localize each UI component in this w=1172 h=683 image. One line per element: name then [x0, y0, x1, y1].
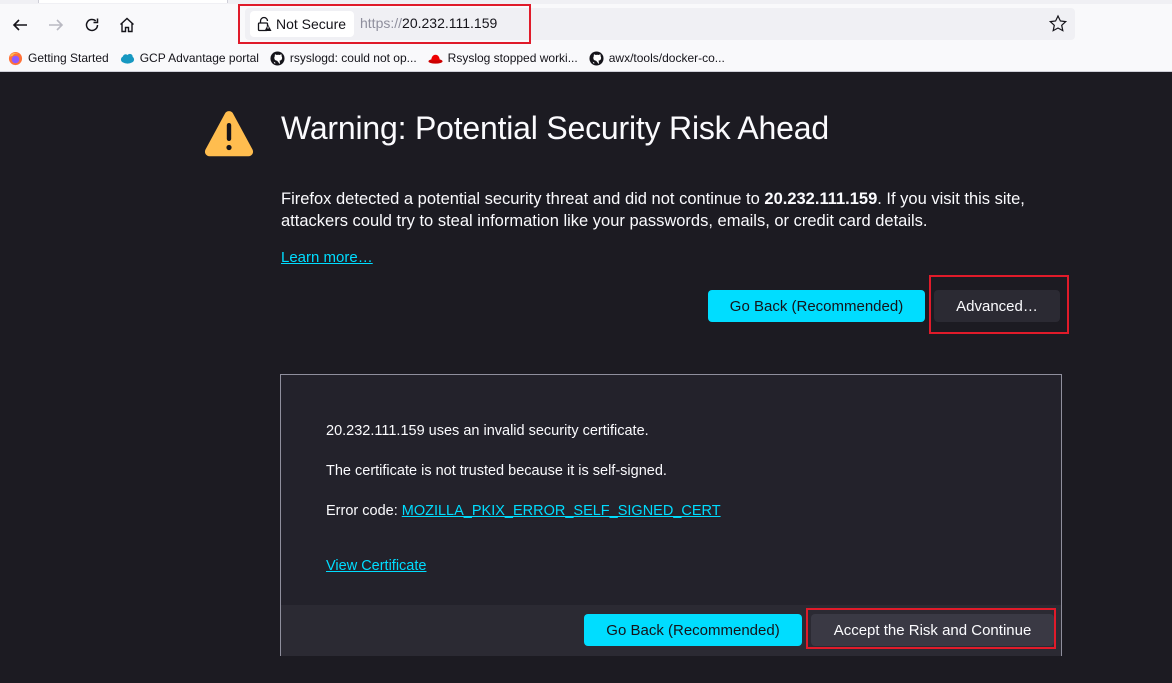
star-icon[interactable] [1048, 14, 1068, 34]
error-code-line: Error code: MOZILLA_PKIX_ERROR_SELF_SIGN… [326, 503, 721, 519]
bookmark-awx-github[interactable]: awx/tools/docker-co... [589, 50, 725, 66]
active-tab[interactable] [38, 0, 228, 3]
security-warning-page: Warning: Potential Security Risk Ahead F… [0, 72, 1172, 683]
reload-button[interactable] [79, 12, 105, 38]
bookmark-rsyslog-redhat[interactable]: Rsyslog stopped worki... [428, 51, 578, 66]
view-certificate-link[interactable]: View Certificate [326, 558, 426, 574]
page-title: Warning: Potential Security Risk Ahead [281, 110, 829, 146]
go-back-button[interactable]: Go Back (Recommended) [708, 290, 925, 322]
view-certificate-line: View Certificate [326, 558, 426, 574]
bookmark-label: GCP Advantage portal [139, 51, 259, 65]
site-identity-button[interactable]: Not Secure [250, 11, 355, 37]
arrow-left-icon [12, 19, 27, 31]
github-icon [270, 50, 285, 66]
advanced-button[interactable]: Advanced… [934, 290, 1060, 322]
url-text[interactable]: https://20.232.111.159 [360, 15, 497, 31]
accept-risk-button[interactable]: Accept the Risk and Continue [811, 614, 1054, 646]
reload-icon [85, 18, 99, 32]
bookmark-label: Getting Started [28, 51, 109, 65]
warning-description: Firefox detected a potential security th… [281, 188, 1061, 232]
bookmark-rsyslogd-github[interactable]: rsyslogd: could not op... [270, 50, 417, 66]
url-host: 20.232.111.159 [402, 15, 498, 31]
forward-button[interactable] [43, 12, 69, 38]
home-button[interactable] [114, 12, 140, 38]
arrow-right-icon [49, 19, 64, 31]
self-signed-text: The certificate is not trusted because i… [326, 463, 667, 479]
learn-more-link[interactable]: Learn more… [281, 249, 373, 266]
intro-text-before: Firefox detected a potential security th… [281, 190, 765, 208]
intro-host: 20.232.111.159 [764, 190, 878, 208]
github-icon [589, 50, 604, 66]
go-back-button-secondary[interactable]: Go Back (Recommended) [584, 614, 802, 646]
bookmarks-toolbar: Getting Started GCP Advantage portal rsy… [0, 47, 728, 69]
invalid-certificate-text: 20.232.111.159 uses an invalid security … [326, 423, 649, 439]
home-icon [120, 17, 134, 33]
not-secure-label: Not Secure [276, 16, 347, 32]
redhat-icon [428, 54, 443, 64]
error-code-prefix: Error code: [326, 503, 402, 519]
firefox-icon [8, 51, 23, 65]
salesforce-cloud-icon [120, 53, 134, 64]
broken-lock-warning-icon [257, 16, 272, 32]
browser-toolbar: Not Secure https://20.232.111.159 Gettin… [0, 0, 1172, 72]
bookmark-label: Rsyslog stopped worki... [447, 51, 578, 65]
bookmark-label: awx/tools/docker-co... [608, 51, 725, 65]
advanced-details-panel: 20.232.111.159 uses an invalid security … [280, 374, 1062, 656]
bookmark-label: rsyslogd: could not op... [289, 51, 417, 65]
bookmark-gcp-advantage-portal[interactable]: GCP Advantage portal [120, 51, 259, 66]
advanced-panel-footer: Go Back (Recommended) Accept the Risk an… [281, 605, 1061, 656]
back-button[interactable] [7, 12, 33, 38]
bookmark-getting-started[interactable]: Getting Started [8, 51, 109, 66]
error-code-link[interactable]: MOZILLA_PKIX_ERROR_SELF_SIGNED_CERT [402, 503, 721, 519]
warning-triangle-icon [204, 111, 254, 157]
url-scheme: https:// [360, 15, 403, 31]
